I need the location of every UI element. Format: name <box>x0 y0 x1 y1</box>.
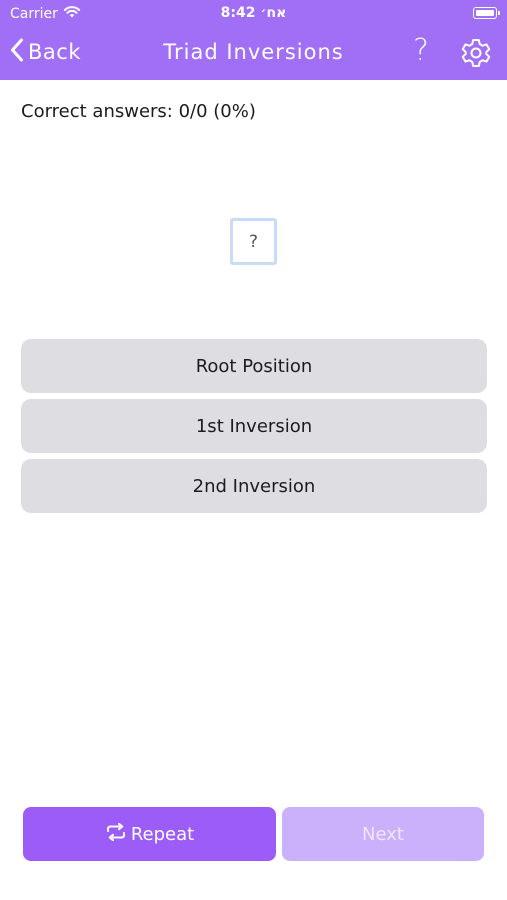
repeat-button[interactable]: Repeat <box>23 807 276 861</box>
battery-icon <box>473 7 500 19</box>
status-bar: Carrier אח׳ 8:42 <box>0 0 507 28</box>
score-label: Correct answers: 0/0 (0%) <box>21 101 256 122</box>
next-button[interactable]: Next <box>282 807 484 861</box>
question-placeholder: ? <box>248 231 259 252</box>
repeat-icon <box>105 822 127 846</box>
page-title: Triad Inversions <box>163 40 344 64</box>
question-chord-box: ? <box>230 218 277 265</box>
answer-second-inversion-button[interactable]: 2nd Inversion <box>21 459 487 513</box>
answer-root-position-button[interactable]: Root Position <box>21 339 487 393</box>
header: Carrier אח׳ 8:42 Back Triad Inversions ? <box>0 0 507 80</box>
navigation-bar: Back Triad Inversions ? <box>0 30 507 74</box>
answer-first-inversion-button[interactable]: 1st Inversion <box>21 399 487 453</box>
status-time: אח׳ 8:42 <box>220 5 287 21</box>
repeat-label: Repeat <box>130 823 195 845</box>
gear-icon[interactable] <box>460 37 492 73</box>
help-button[interactable]: ? <box>413 33 429 68</box>
